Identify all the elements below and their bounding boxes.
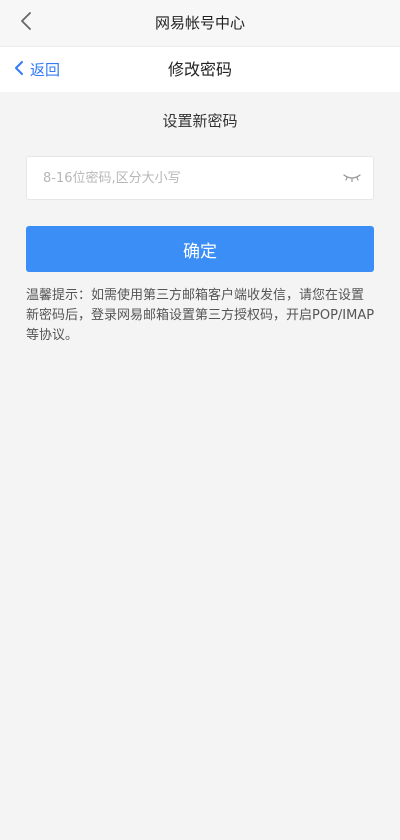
section-title: 设置新密码 [162,112,238,130]
header-title: 网易帐号中心 [154,14,245,32]
password-input[interactable] [43,157,333,199]
nav-bar: 返回 修改密码 [0,47,400,92]
tip-text: 温馨提示：如需使用第三方邮箱客户端收发信，请您在设置新密码后，登录网易邮箱设置第… [26,288,375,343]
confirm-button[interactable]: 确定 [26,226,374,272]
page-title: 修改密码 [167,60,232,79]
eye-closed-icon[interactable] [341,168,363,188]
password-field-container [26,156,374,200]
top-header: 网易帐号中心 [0,0,400,47]
